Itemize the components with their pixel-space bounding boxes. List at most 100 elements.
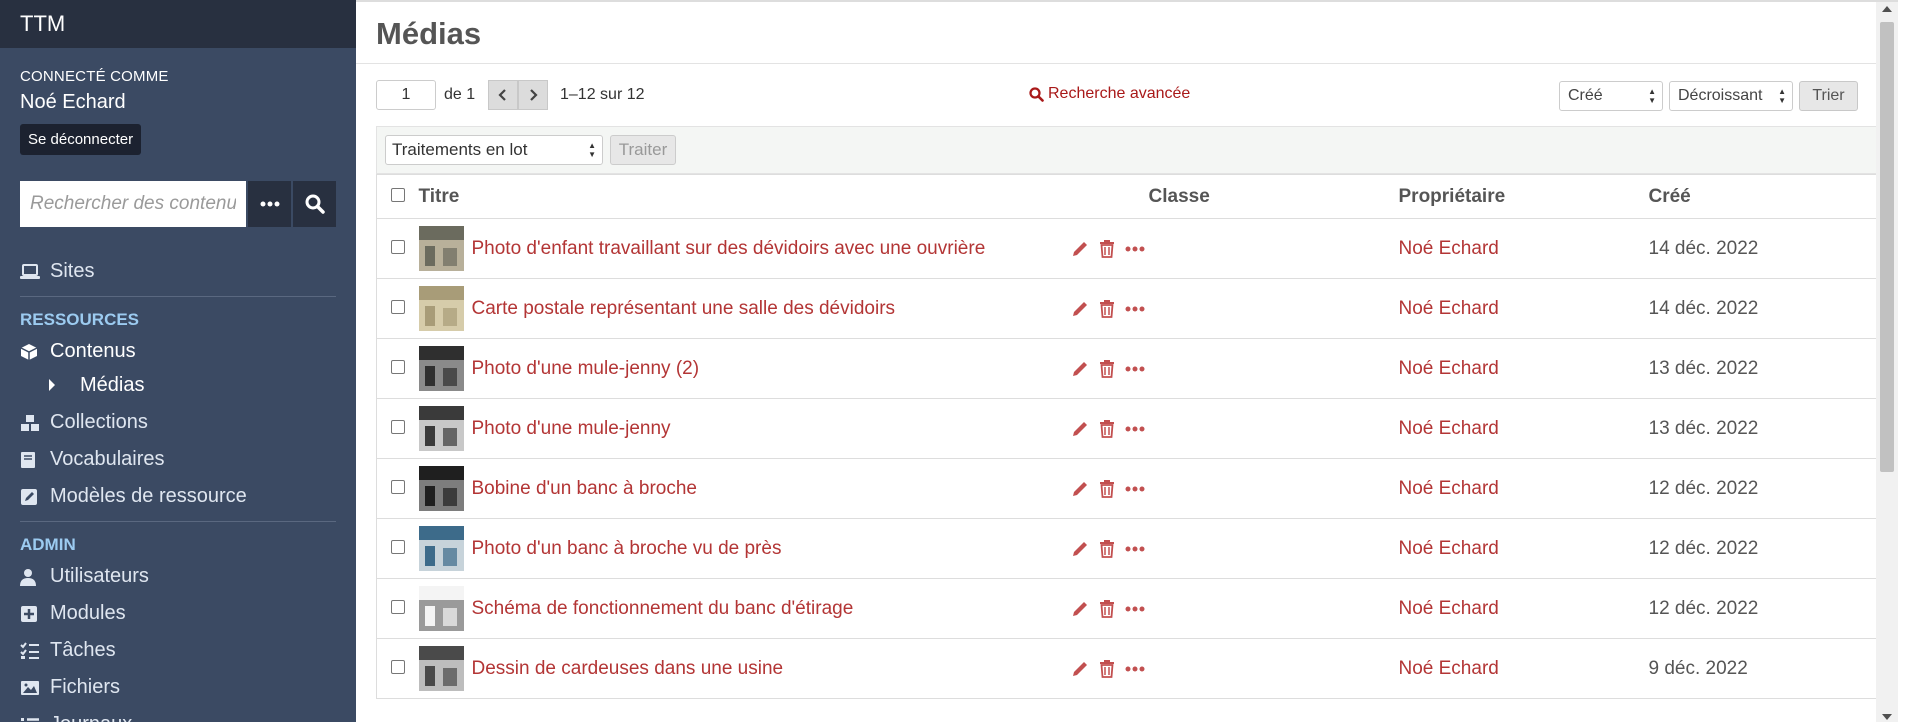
sidebar-item-sites[interactable]: Sites	[0, 253, 356, 290]
class-cell	[1148, 578, 1399, 639]
media-thumbnail[interactable]	[418, 226, 464, 271]
more-options-icon[interactable]	[1125, 366, 1145, 372]
pencil-icon[interactable]	[1071, 300, 1089, 318]
scrollbar-thumb[interactable]	[1880, 22, 1894, 472]
trash-icon[interactable]	[1099, 239, 1115, 258]
sort-by-select[interactable]: Créé ▲ ▼	[1559, 81, 1663, 111]
column-header-title[interactable]: Titre	[418, 174, 1149, 219]
row-checkbox[interactable]	[390, 239, 405, 254]
scroll-down-icon[interactable]	[1882, 714, 1892, 720]
row-checkbox[interactable]	[390, 479, 405, 494]
media-thumbnail[interactable]	[418, 286, 464, 331]
row-checkbox[interactable]	[390, 359, 405, 374]
sidebar-item-medias[interactable]: Médias	[0, 370, 356, 400]
sidebar-item-vocabularies[interactable]: Vocabulaires	[0, 441, 356, 478]
media-thumbnail[interactable]	[418, 466, 464, 511]
trash-icon[interactable]	[1099, 359, 1115, 378]
media-title-link[interactable]: Schéma de fonctionnement du banc d'étira…	[472, 598, 854, 620]
trash-icon[interactable]	[1099, 479, 1115, 498]
more-options-icon[interactable]	[1125, 426, 1145, 432]
owner-link[interactable]: Noé Echard	[1398, 638, 1649, 699]
pencil-icon[interactable]	[1071, 660, 1089, 678]
next-page-button[interactable]	[518, 80, 548, 110]
pencil-icon[interactable]	[1071, 540, 1089, 558]
column-header-created[interactable]: Créé	[1648, 174, 1878, 219]
logout-button[interactable]: Se déconnecter	[20, 124, 142, 155]
media-title-link[interactable]: Bobine d'un banc à broche	[472, 478, 697, 500]
column-header-owner[interactable]: Propriétaire	[1398, 174, 1649, 219]
batch-submit-button[interactable]: Traiter	[610, 135, 676, 165]
sidebar-item-contents[interactable]: Contenus	[0, 333, 356, 370]
media-title-link[interactable]: Photo d'une mule-jenny (2)	[472, 358, 700, 380]
media-thumbnail[interactable]	[418, 406, 464, 451]
pencil-icon[interactable]	[1071, 420, 1089, 438]
search-input[interactable]	[20, 181, 246, 227]
trash-icon[interactable]	[1099, 599, 1115, 618]
sidebar-item-resource-templates[interactable]: Modèles de ressource	[0, 478, 356, 515]
owner-link[interactable]: Noé Echard	[1398, 458, 1649, 519]
trash-icon[interactable]	[1099, 659, 1115, 678]
media-thumbnail[interactable]	[418, 526, 464, 571]
sidebar-item-modules[interactable]: Modules	[0, 595, 356, 632]
media-title-link[interactable]: Photo d'un banc à broche vu de près	[472, 538, 782, 560]
connected-as-label: Connecté comme	[20, 68, 169, 85]
user-block: Connecté comme Noé Echard Se déconnecter	[0, 48, 356, 155]
media-thumbnail[interactable]	[418, 646, 464, 691]
owner-link[interactable]: Noé Echard	[1398, 278, 1649, 339]
sidebar-item-collections[interactable]: Collections	[0, 404, 356, 441]
vertical-scrollbar[interactable]	[1876, 2, 1898, 722]
sidebar-item-tasks[interactable]: Tâches	[0, 632, 356, 669]
media-thumbnail[interactable]	[418, 586, 464, 631]
chevron-right-icon	[530, 89, 538, 101]
row-checkbox[interactable]	[390, 659, 405, 674]
more-options-icon[interactable]	[1125, 246, 1145, 252]
pencil-icon[interactable]	[1071, 240, 1089, 258]
trash-icon[interactable]	[1099, 299, 1115, 318]
media-title-link[interactable]: Dessin de cardeuses dans une usine	[472, 658, 784, 680]
tasks-icon	[20, 641, 50, 660]
owner-link[interactable]: Noé Echard	[1398, 338, 1649, 399]
row-checkbox[interactable]	[390, 299, 405, 314]
owner-link[interactable]: Noé Echard	[1398, 578, 1649, 639]
more-options-icon[interactable]	[1125, 666, 1145, 672]
row-checkbox[interactable]	[390, 599, 405, 614]
more-options-icon[interactable]	[1125, 306, 1145, 312]
more-options-icon[interactable]	[1125, 546, 1145, 552]
row-checkbox[interactable]	[390, 419, 405, 434]
more-options-icon[interactable]	[1125, 486, 1145, 492]
row-checkbox[interactable]	[390, 539, 405, 554]
previous-page-button[interactable]	[488, 80, 518, 110]
sidebar-item-users[interactable]: Utilisateurs	[0, 558, 356, 595]
media-thumbnail[interactable]	[418, 346, 464, 391]
sort-by-value: Créé	[1568, 87, 1603, 104]
batch-actions-select[interactable]: Traitements en lot ▲ ▼	[385, 135, 603, 165]
search-options-button[interactable]	[248, 181, 291, 227]
pencil-icon[interactable]	[1071, 360, 1089, 378]
page-number-input[interactable]: 1	[376, 80, 436, 110]
media-title-link[interactable]: Photo d'enfant travaillant sur des dévid…	[472, 238, 986, 260]
user-name[interactable]: Noé Echard	[20, 91, 336, 114]
sort-order-select[interactable]: Décroissant ▲ ▼	[1669, 81, 1793, 111]
column-header-class[interactable]: Classe	[1148, 174, 1399, 219]
scroll-up-icon[interactable]	[1882, 6, 1892, 12]
trash-icon[interactable]	[1099, 419, 1115, 438]
sidebar-item-files[interactable]: Fichiers	[0, 669, 356, 706]
trash-icon[interactable]	[1099, 539, 1115, 558]
select-all-checkbox[interactable]	[390, 187, 405, 202]
sidebar-search	[20, 181, 336, 227]
search-submit-button[interactable]	[293, 181, 336, 227]
main-content: Médias 1 de 1 1–12 sur 12 Recherche avan…	[356, 0, 1898, 722]
pencil-icon[interactable]	[1071, 600, 1089, 618]
media-title-link[interactable]: Carte postale représentant une salle des…	[472, 298, 896, 320]
owner-link[interactable]: Noé Echard	[1398, 218, 1649, 279]
sort-button[interactable]: Trier	[1799, 81, 1858, 111]
class-cell	[1148, 278, 1399, 339]
brand-title[interactable]: TTM	[0, 0, 356, 48]
pencil-icon[interactable]	[1071, 480, 1089, 498]
owner-link[interactable]: Noé Echard	[1398, 398, 1649, 459]
sidebar-item-logs[interactable]: Journaux	[0, 706, 356, 722]
more-options-icon[interactable]	[1125, 606, 1145, 612]
advanced-search-link[interactable]: Recherche avancée	[1029, 85, 1190, 103]
owner-link[interactable]: Noé Echard	[1398, 518, 1649, 579]
media-title-link[interactable]: Photo d'une mule-jenny	[472, 418, 671, 440]
